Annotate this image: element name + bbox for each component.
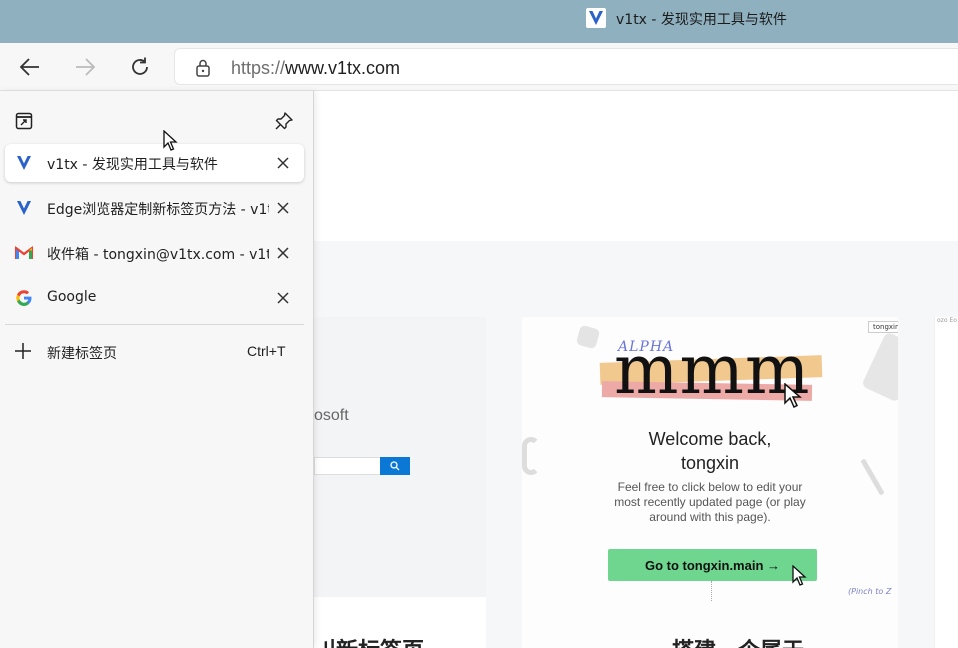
decor-cube-icon <box>575 324 601 350</box>
left-card-heading: 刂新标签页 <box>314 633 424 648</box>
search-icon <box>390 461 400 471</box>
title-bar: v1tx - 发现实用工具与软件 <box>0 0 958 43</box>
dotted-line <box>711 581 712 601</box>
go-to-main-button[interactable]: Go to tongxin.main → <box>608 549 817 581</box>
back-arrow-icon[interactable] <box>15 52 45 82</box>
lock-icon[interactable] <box>195 59 211 81</box>
decor-shape-icon <box>861 331 898 403</box>
pin-icon[interactable] <box>274 111 294 131</box>
search-input[interactable] <box>314 457 380 475</box>
desc-line-2: most recently updated page (or play <box>614 495 806 509</box>
plus-icon <box>13 341 33 361</box>
pinch-hint: (Pinch to Z <box>848 587 892 596</box>
new-tab-label: 新建标签页 <box>47 346 117 362</box>
tab-actions-icon[interactable] <box>14 111 34 131</box>
url-text: https://www.v1tx.com <box>231 58 400 79</box>
right-card[interactable]: tongxin ALPHA mmm Welcome back, tongxin … <box>522 317 898 648</box>
tab-title: 收件箱 - tongxin@v1tx.com - v1tx <box>47 247 269 263</box>
close-icon[interactable] <box>273 198 293 218</box>
gmail-icon <box>15 244 33 262</box>
welcome-line-2: tongxin <box>680 453 740 473</box>
vertical-tabs-pane: v1tx - 发现实用工具与软件 Edge浏览器定制新标签页方法 - v1tx … <box>0 91 314 648</box>
mouse-cursor-icon <box>163 129 179 156</box>
far-right-label: ozo Eo <box>937 317 957 324</box>
desc-line-1: Feel free to click below to edit your <box>617 480 803 494</box>
tab-edge-newtab-article[interactable]: Edge浏览器定制新标签页方法 - v1tx <box>5 189 304 227</box>
pane-header <box>0 91 314 143</box>
divider <box>5 324 304 325</box>
tab-title: Edge浏览器定制新标签页方法 - v1tx <box>47 202 269 218</box>
cursor-icon <box>792 564 808 591</box>
tab-gmail-inbox[interactable]: 收件箱 - tongxin@v1tx.com - v1tx <box>5 234 304 272</box>
close-icon[interactable] <box>273 243 293 263</box>
welcome-line-1: Welcome back, <box>648 429 772 449</box>
tab-v1tx-home[interactable]: v1tx - 发现实用工具与软件 <box>5 144 304 182</box>
new-tab-shortcut: Ctrl+T <box>247 343 286 359</box>
close-icon[interactable] <box>273 288 293 308</box>
forward-arrow-icon[interactable] <box>70 52 100 82</box>
google-icon <box>15 289 33 307</box>
window-title: v1tx - 发现实用工具与软件 <box>616 12 787 28</box>
url-host: www.v1tx.com <box>285 58 401 78</box>
new-tab-button[interactable]: 新建标签页 Ctrl+T <box>5 333 304 371</box>
mmm-logo: mmm <box>614 331 811 410</box>
tab-title: Google <box>47 289 97 305</box>
v1tx-icon <box>15 154 33 172</box>
cursor-icon <box>784 382 806 413</box>
close-icon[interactable] <box>273 153 293 173</box>
desc-line-3: around with this page). <box>649 510 771 524</box>
tab-google[interactable]: Google <box>5 279 304 317</box>
left-card-brand: osoft <box>314 407 349 424</box>
tab-title: v1tx - 发现实用工具与软件 <box>47 157 218 173</box>
url-scheme: https:// <box>231 58 286 78</box>
far-right-card[interactable]: ozo Eo <box>934 317 958 648</box>
v1tx-icon <box>15 199 33 217</box>
page-content: osoft 刂新标签页 tongxin ALPHA mmm Welcome ba… <box>314 91 958 648</box>
address-bar[interactable]: https://www.v1tx.com <box>174 48 958 85</box>
search-button[interactable] <box>380 457 410 475</box>
browser-toolbar: https://www.v1tx.com <box>0 43 958 91</box>
user-tag: tongxin <box>868 321 898 333</box>
right-card-heading: 搭建一个属于 <box>672 633 804 648</box>
refresh-icon[interactable] <box>125 52 155 82</box>
v1tx-favicon-icon <box>586 8 606 28</box>
